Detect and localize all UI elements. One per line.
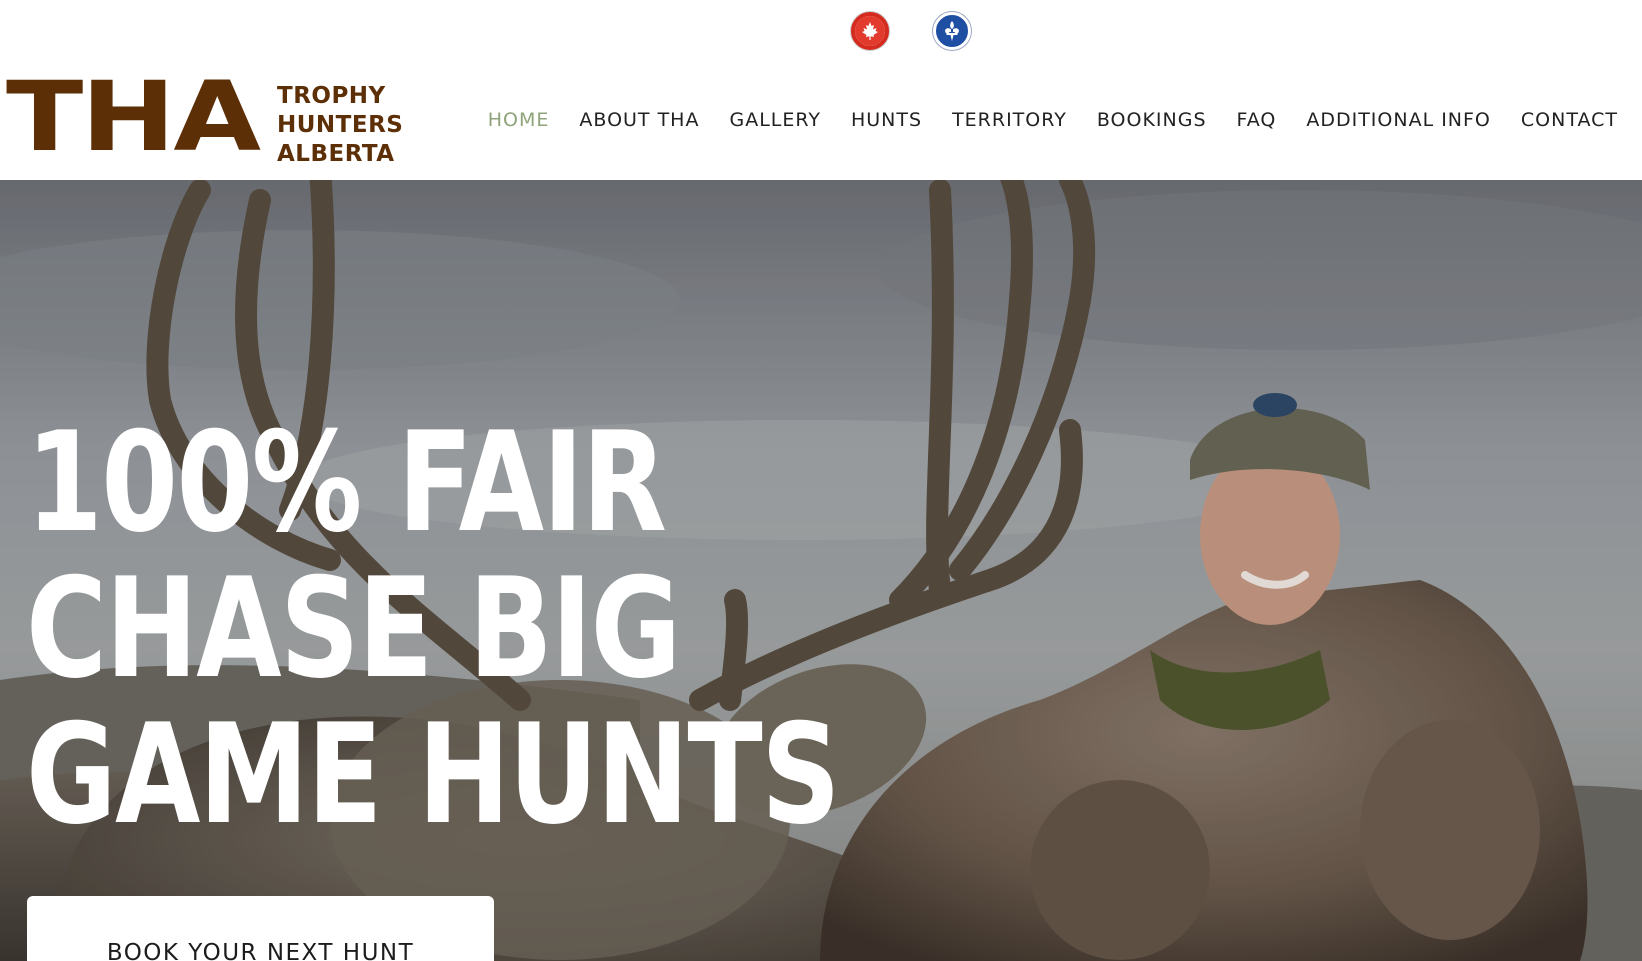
- quebec-flag-icon[interactable]: [933, 12, 971, 50]
- nav-item-additional-info[interactable]: ADDITIONAL INFO: [1291, 100, 1506, 140]
- hero-headline-line-2: CHASE BIG: [26, 548, 681, 709]
- nav-item-faq[interactable]: FAQ: [1222, 100, 1292, 140]
- canada-flag-icon[interactable]: [851, 12, 889, 50]
- main-nav: HOME ABOUT THA GALLERY HUNTS TERRITORY B…: [473, 100, 1618, 140]
- hero-section: 100% FAIR CHASE BIG GAME HUNTS BOOK YOUR…: [0, 180, 1642, 961]
- hero-headline: 100% FAIR CHASE BIG GAME HUNTS: [26, 402, 841, 855]
- language-bar: [0, 0, 1642, 62]
- book-hunt-button[interactable]: BOOK YOUR NEXT HUNT: [27, 896, 494, 961]
- nav-item-bookings[interactable]: BOOKINGS: [1082, 100, 1222, 140]
- logo-wordmark: TROPHY HUNTERS ALBERTA: [277, 82, 403, 169]
- site-header: THA TROPHY HUNTERS ALBERTA HOME ABOUT TH…: [0, 62, 1642, 180]
- nav-item-gallery[interactable]: GALLERY: [714, 100, 836, 140]
- nav-item-territory[interactable]: TERRITORY: [937, 100, 1082, 140]
- nav-item-contact[interactable]: CONTACT: [1506, 100, 1618, 140]
- logo-line-3: ALBERTA: [277, 141, 395, 167]
- logo-mark: THA: [6, 61, 261, 173]
- site-logo[interactable]: THA TROPHY HUNTERS ALBERTA: [6, 61, 426, 173]
- logo-line-1: TROPHY: [277, 83, 386, 109]
- logo-line-2: HUNTERS: [277, 112, 404, 138]
- nav-item-hunts[interactable]: HUNTS: [836, 100, 937, 140]
- hero-headline-line-1: 100% FAIR: [26, 402, 667, 563]
- nav-item-home[interactable]: HOME: [473, 100, 565, 140]
- hero-headline-line-3: GAME HUNTS: [26, 694, 841, 855]
- nav-item-about[interactable]: ABOUT THA: [564, 100, 714, 140]
